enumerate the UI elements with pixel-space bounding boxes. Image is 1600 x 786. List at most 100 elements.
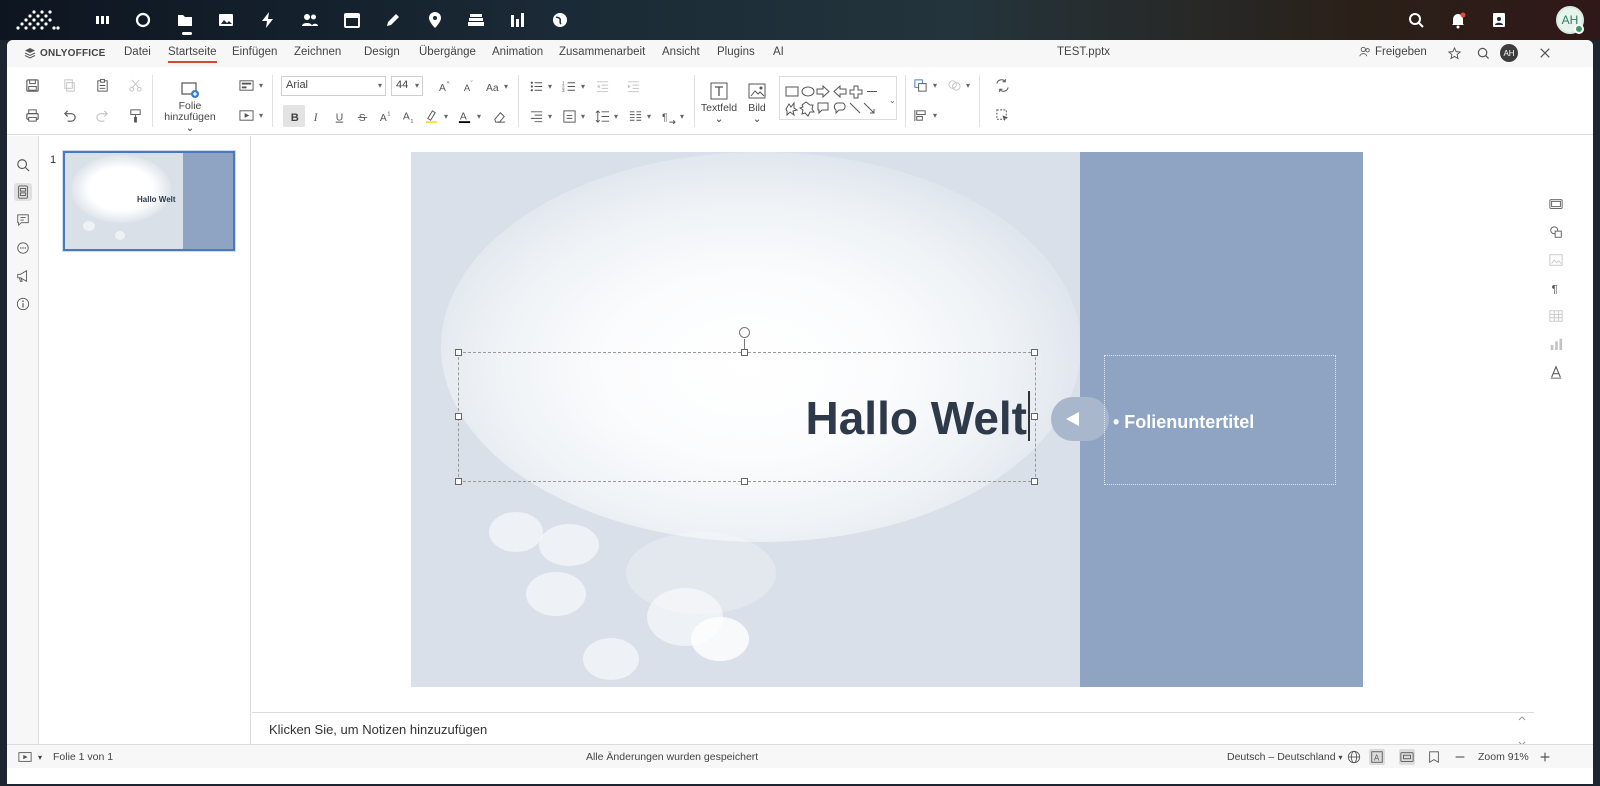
image-settings-icon[interactable]: [1548, 252, 1564, 268]
search-app-icon[interactable]: [131, 8, 155, 32]
slides-panel-icon[interactable]: [14, 183, 32, 201]
announcement-icon[interactable]: [14, 267, 32, 285]
numbered-dropdown-arrow[interactable]: ▾: [581, 82, 585, 91]
slide-thumbnail[interactable]: Hallo Welt: [62, 150, 236, 252]
tab-plugins[interactable]: Plugins: [717, 46, 755, 58]
paragraph-settings-icon[interactable]: ¶: [1548, 280, 1564, 296]
maps-icon[interactable]: [423, 8, 447, 32]
editor-user-avatar[interactable]: AH: [1500, 44, 1518, 62]
tab-zeichnen[interactable]: Zeichnen: [294, 46, 341, 58]
textbox-button[interactable]: Textfeld ⌄: [700, 81, 738, 125]
add-slide-button[interactable]: Folie hinzufügen ⌄: [159, 79, 221, 134]
format-painter-icon[interactable]: [124, 104, 146, 126]
spellcheck-icon[interactable]: A: [1369, 749, 1385, 765]
shape-settings-icon[interactable]: [1548, 224, 1564, 240]
underline-icon[interactable]: U: [328, 105, 350, 127]
slide-settings-icon[interactable]: [1548, 196, 1564, 212]
resize-handle-s[interactable]: [741, 478, 748, 485]
fit-to-width-icon[interactable]: [1426, 749, 1442, 765]
bold-icon[interactable]: B: [283, 105, 305, 127]
slide-subtitle[interactable]: • Folienuntertitel: [1113, 412, 1254, 433]
copy-icon[interactable]: [58, 74, 80, 96]
zoom-in-icon[interactable]: [1537, 749, 1553, 765]
group-dropdown-arrow[interactable]: ▾: [966, 81, 970, 90]
notes-pane[interactable]: Klicken Sie, um Notizen hinzuzufügen: [252, 712, 1534, 748]
language-select[interactable]: Deutsch – Deutschland ▾: [1227, 751, 1343, 763]
font-color-icon[interactable]: A: [453, 105, 475, 127]
clear-format-icon[interactable]: [488, 105, 510, 127]
highlight-icon[interactable]: [420, 105, 442, 127]
change-case-dropdown-arrow[interactable]: ▾: [504, 82, 508, 91]
slide-layout-icon[interactable]: [235, 74, 257, 96]
resize-handle-e[interactable]: [1031, 413, 1038, 420]
shapes-gallery[interactable]: [779, 76, 897, 120]
find-icon[interactable]: [14, 156, 32, 174]
user-avatar[interactable]: AH: [1556, 6, 1584, 34]
align-dropdown-arrow[interactable]: ▾: [548, 112, 552, 121]
paste-icon[interactable]: [91, 74, 113, 96]
increase-indent-icon[interactable]: [622, 75, 644, 97]
chart-settings-icon[interactable]: [1548, 336, 1564, 352]
arrange-dropdown-arrow[interactable]: ▾: [933, 81, 937, 90]
notifications-icon[interactable]: [1446, 8, 1470, 32]
columns-icon[interactable]: [624, 105, 646, 127]
resize-handle-n[interactable]: [741, 349, 748, 356]
comments-icon[interactable]: [14, 211, 32, 229]
close-icon[interactable]: [1537, 45, 1553, 61]
font-size-select[interactable]: 44 ▾: [391, 76, 423, 96]
decrease-indent-icon[interactable]: [591, 75, 613, 97]
text-direction-icon[interactable]: ¶: [657, 105, 679, 127]
files-icon[interactable]: [173, 8, 197, 32]
slideshow-icon[interactable]: [235, 104, 257, 126]
subscript-icon[interactable]: A1: [397, 105, 419, 127]
subtitle-placeholder[interactable]: • Folienuntertitel: [1104, 355, 1336, 485]
numbered-list-icon[interactable]: 123: [558, 75, 580, 97]
line-spacing-icon[interactable]: [591, 105, 613, 127]
tab-einfuegen[interactable]: Einfügen: [232, 46, 277, 58]
favorite-star-icon[interactable]: [1446, 45, 1462, 61]
bullet-list-icon[interactable]: [525, 75, 547, 97]
doc-language-globe-icon[interactable]: [1346, 749, 1362, 765]
line-spacing-dropdown-arrow[interactable]: ▾: [614, 112, 618, 121]
globe-icon[interactable]: [548, 8, 572, 32]
app-logo[interactable]: [12, 6, 62, 34]
tab-ansicht[interactable]: Ansicht: [662, 46, 700, 58]
align-shapes-dropdown-arrow[interactable]: ▾: [933, 111, 937, 120]
zoom-out-icon[interactable]: [1452, 749, 1468, 765]
tab-animation[interactable]: Animation: [492, 46, 543, 58]
strikethrough-icon[interactable]: S: [351, 105, 373, 127]
slide-canvas[interactable]: Hallo Welt • Folienuntertitel: [411, 152, 1363, 687]
activity-icon[interactable]: [256, 8, 280, 32]
dashboard-icon[interactable]: [90, 8, 114, 32]
text-direction-dropdown-arrow[interactable]: ▾: [680, 112, 684, 121]
replace-icon[interactable]: [991, 74, 1013, 96]
slideshow-dropdown-arrow[interactable]: ▾: [259, 111, 263, 120]
share-button[interactable]: Freigeben: [1359, 46, 1427, 58]
slide-title[interactable]: Hallo Welt: [805, 391, 1027, 445]
text-art-settings-icon[interactable]: [1548, 364, 1564, 380]
photos-icon[interactable]: [214, 8, 238, 32]
tab-startseite[interactable]: Startseite: [168, 46, 217, 63]
vertical-align-icon[interactable]: [558, 105, 580, 127]
image-button[interactable]: Bild ⌄: [743, 81, 771, 125]
layout-dropdown-arrow[interactable]: ▾: [259, 81, 263, 90]
table-settings-icon[interactable]: [1548, 308, 1564, 324]
calendar-icon[interactable]: [340, 8, 364, 32]
notes-icon[interactable]: [381, 8, 405, 32]
align-shapes-icon[interactable]: [909, 104, 931, 126]
slideshow-dropdown[interactable]: ▾: [38, 753, 42, 762]
font-name-select[interactable]: Arial ▾: [281, 76, 386, 96]
superscript-icon[interactable]: A1: [374, 105, 396, 127]
deck-icon[interactable]: [464, 8, 488, 32]
resize-handle-se[interactable]: [1031, 478, 1038, 485]
decrease-font-icon[interactable]: Aˇ: [458, 75, 480, 97]
rotate-handle[interactable]: [739, 327, 750, 338]
tab-datei[interactable]: Datei: [124, 46, 151, 58]
select-all-icon[interactable]: [991, 104, 1013, 126]
align-right-icon[interactable]: [525, 105, 547, 127]
print-icon[interactable]: [21, 104, 43, 126]
resize-handle-ne[interactable]: [1031, 349, 1038, 356]
cut-icon[interactable]: [124, 74, 146, 96]
arrange-icon[interactable]: [909, 74, 931, 96]
resize-handle-w[interactable]: [455, 413, 462, 420]
